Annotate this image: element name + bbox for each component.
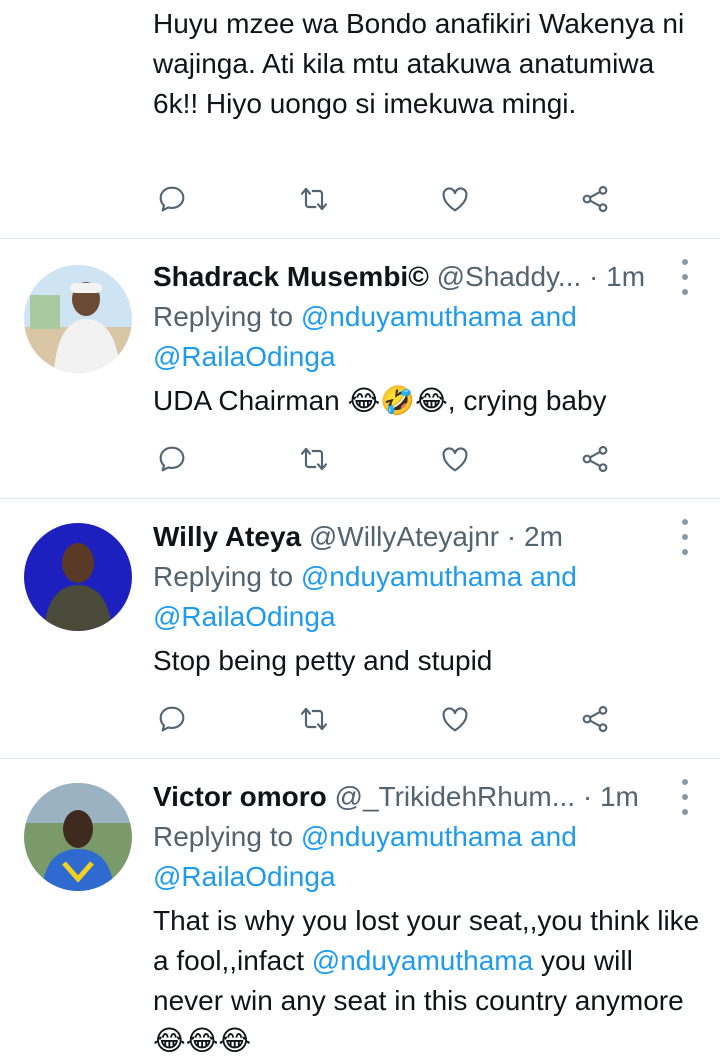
mention-link[interactable]: @RailaOdinga [153,601,336,632]
reply-icon [159,706,185,732]
separator-dot: · [581,261,607,292]
heart-icon [442,447,468,472]
retweet-icon [300,187,328,211]
timestamp[interactable]: 2m [524,521,563,552]
mention-link[interactable]: @RailaOdinga [153,341,336,372]
like-button[interactable] [433,437,477,481]
replying-to: Replying to @nduyamuthama and @RailaOding… [153,557,701,637]
heart-icon [442,707,468,732]
tweet[interactable]: Shadrack Musembi© @Shaddy... · 1m Replyi… [0,257,720,481]
display-name[interactable]: Shadrack Musembi© [153,261,429,292]
more-icon[interactable] [678,779,692,815]
tweet-text: Huyu mzee wa Bondo anafikiri Wakenya ni … [153,8,685,119]
tweet-text: Stop being petty and stupid [153,645,493,676]
share-button[interactable] [573,177,617,221]
replying-and[interactable]: and [522,301,577,332]
replying-to: Replying to @nduyamuthama and @RailaOding… [153,297,701,377]
timestamp[interactable]: 1m [600,781,639,812]
heart-icon [442,187,468,212]
display-name[interactable]: Willy Ateya [153,521,301,552]
display-name[interactable]: Victor omoro [153,781,327,812]
share-icon [582,445,608,473]
more-icon[interactable] [678,259,692,295]
mention-link[interactable]: @nduyamuthama [301,301,522,332]
share-icon [582,185,608,213]
replying-prefix: Replying to [153,561,301,592]
user-handle[interactable]: @Shaddy... [437,261,582,292]
reply-button[interactable] [150,177,194,221]
reply-button[interactable] [150,437,194,481]
avatar-photo [24,265,132,373]
avatar[interactable] [24,783,132,891]
retweet-button[interactable] [292,177,336,221]
more-icon[interactable] [678,519,692,555]
replying-and[interactable]: and [522,821,577,852]
replying-to: Replying to @nduyamuthama and @RailaOding… [153,817,701,897]
retweet-button[interactable] [292,697,336,741]
reply-icon [159,186,185,212]
divider [0,498,720,499]
share-button[interactable] [573,437,617,481]
like-button[interactable] [433,177,477,221]
divider [0,238,720,239]
user-handle[interactable]: @_TrikidehRhum... [335,781,576,812]
avatar-photo [24,783,132,891]
tweet-actions [150,177,620,221]
tweet-text: That is why you lost your seat,,you thin… [153,901,709,1061]
timestamp[interactable]: 1m [606,261,645,292]
tweet-header: Shadrack Musembi© @Shaddy... · 1m [153,257,660,297]
user-handle[interactable]: @WillyAteyajnr [309,521,499,552]
tweet-text: UDA Chairman 😂🤣😂, crying baby [153,385,607,416]
tweet[interactable]: Victor omoro @_TrikidehRhum... · 1m Repl… [0,777,720,1061]
reply-icon [159,446,185,472]
like-button[interactable] [433,697,477,741]
retweet-icon [300,707,328,731]
replying-and[interactable]: and [522,561,577,592]
mention-link[interactable]: @RailaOdinga [153,861,336,892]
mention-link[interactable]: @nduyamuthama [312,945,533,976]
divider [0,758,720,759]
retweet-icon [300,447,328,471]
avatar-photo [24,523,132,631]
reply-button[interactable] [150,697,194,741]
tweet-actions [150,437,620,481]
replying-prefix: Replying to [153,821,301,852]
avatar[interactable] [24,523,132,631]
avatar[interactable] [24,265,132,373]
tweet-header: Willy Ateya @WillyAteyajnr · 2m [153,517,660,557]
separator-dot: · [575,781,600,812]
retweet-button[interactable] [292,437,336,481]
share-icon [582,705,608,733]
tweet[interactable]: Willy Ateya @WillyAteyajnr · 2m Replying… [0,517,720,741]
mention-link[interactable]: @nduyamuthama [301,561,522,592]
separator-dot: · [499,521,524,552]
mention-link[interactable]: @nduyamuthama [301,821,522,852]
tweet-header: Victor omoro @_TrikidehRhum... · 1m [153,777,660,817]
share-button[interactable] [573,697,617,741]
replying-prefix: Replying to [153,301,301,332]
tweet-actions [150,697,620,741]
